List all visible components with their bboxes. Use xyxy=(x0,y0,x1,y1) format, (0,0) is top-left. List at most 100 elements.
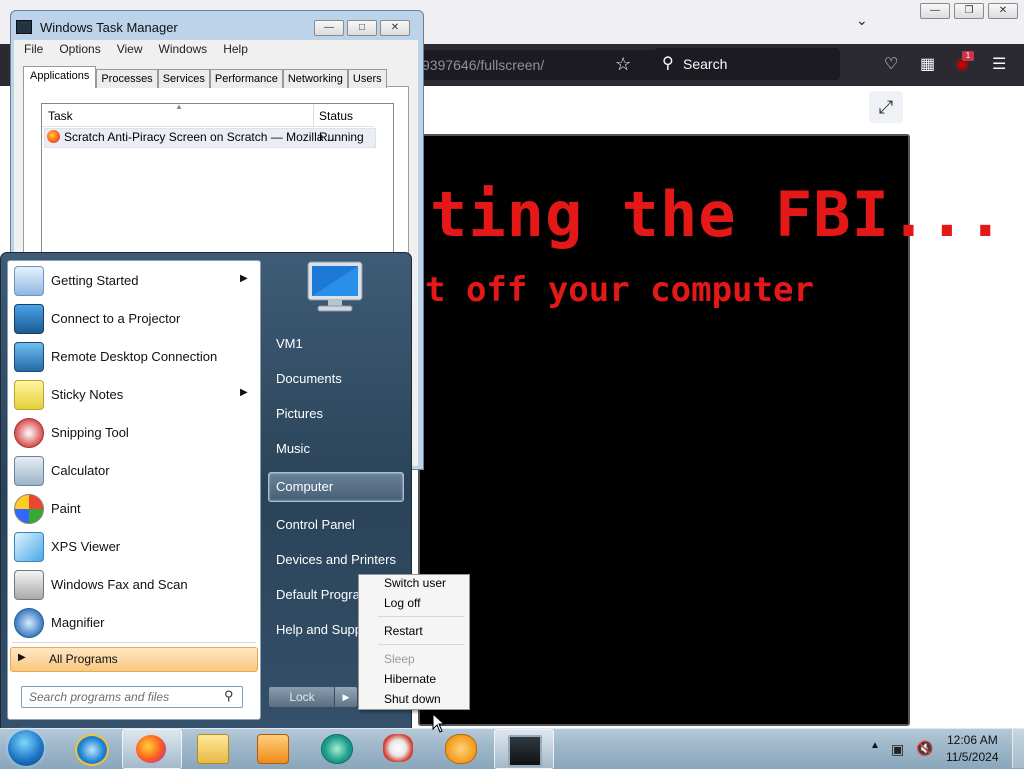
program-magnifier[interactable]: Magnifier xyxy=(10,604,258,640)
tab-performance[interactable]: Performance xyxy=(209,69,283,88)
task-manager-icon xyxy=(508,735,542,767)
program-label: Remote Desktop Connection xyxy=(51,349,218,364)
menu-item-restart[interactable]: Restart xyxy=(384,624,423,638)
program-label: Calculator xyxy=(51,463,110,478)
stage-text-line-2: t off your computer xyxy=(425,270,814,310)
program-label: Connect to a Projector xyxy=(51,311,181,326)
scratch-icon xyxy=(383,734,413,762)
close-button[interactable]: ✕ xyxy=(380,20,410,36)
program-snipping-tool[interactable]: Snipping Tool xyxy=(10,414,258,450)
taskbar-firefox[interactable] xyxy=(122,729,182,769)
tab-applications[interactable]: Applications xyxy=(23,66,97,88)
start-item-vm1[interactable]: VM1 xyxy=(276,336,303,351)
start-item-music[interactable]: Music xyxy=(276,441,310,456)
menu-windows[interactable]: Windows xyxy=(149,40,214,60)
restore-button[interactable]: ❐ xyxy=(954,3,984,19)
program-sticky-notes[interactable]: Sticky Notes ▶ xyxy=(10,376,258,412)
menu-file[interactable]: File xyxy=(14,40,49,60)
show-desktop-button[interactable] xyxy=(1012,729,1024,768)
user-avatar-computer-icon[interactable] xyxy=(300,258,368,314)
all-programs-label: All Programs xyxy=(49,652,118,666)
task-name: Scratch Anti-Piracy Screen on Scratch — … xyxy=(64,130,337,144)
clock-date[interactable]: 11/5/2024 xyxy=(946,750,999,764)
minimize-button[interactable]: — xyxy=(314,20,344,36)
task-status: Running xyxy=(319,130,364,144)
taskbar-scratch-cat[interactable] xyxy=(432,729,490,767)
menu-options[interactable]: Options xyxy=(49,40,106,60)
magnifier-icon xyxy=(14,608,44,638)
tab-networking[interactable]: Networking xyxy=(282,69,348,88)
start-item-documents[interactable]: Documents xyxy=(276,371,342,386)
tab-processes[interactable]: Processes xyxy=(96,69,158,88)
menu-item-shut-down[interactable]: Shut down xyxy=(384,692,441,706)
menu-item-log-off[interactable]: Log off xyxy=(384,596,420,610)
start-orb-icon[interactable] xyxy=(8,730,44,766)
program-calculator[interactable]: Calculator xyxy=(10,452,258,488)
program-paint[interactable]: Paint xyxy=(10,490,258,526)
submenu-arrow-icon: ▶ xyxy=(240,387,248,398)
all-programs-button[interactable] xyxy=(10,647,258,672)
taskbar-media-player[interactable] xyxy=(244,729,302,767)
file-explorer-icon xyxy=(197,734,229,764)
program-label: Getting Started xyxy=(51,273,139,288)
start-item-pictures[interactable]: Pictures xyxy=(276,406,323,421)
tab-services[interactable]: Services xyxy=(157,69,210,88)
program-xps-viewer[interactable]: XPS Viewer xyxy=(10,528,258,564)
program-label: Snipping Tool xyxy=(51,425,129,440)
program-remote-desktop[interactable]: Remote Desktop Connection xyxy=(10,338,258,374)
list-all-tabs-icon[interactable]: ⌄ xyxy=(856,12,868,29)
program-label: Windows Fax and Scan xyxy=(51,577,188,592)
start-item-computer[interactable]: Computer xyxy=(276,479,333,494)
taskbar-internet-explorer[interactable] xyxy=(62,729,120,767)
calculator-icon xyxy=(14,456,44,486)
search-input[interactable]: ⚲ Search xyxy=(654,48,840,80)
star-icon[interactable]: ☆ xyxy=(615,54,631,75)
xps-viewer-icon xyxy=(14,532,44,562)
firefox-icon xyxy=(136,735,166,763)
minimize-button[interactable]: — xyxy=(920,3,950,19)
menu-item-switch-user[interactable]: Switch user xyxy=(384,576,446,590)
column-header-task[interactable]: Task xyxy=(48,109,73,123)
program-label: Paint xyxy=(51,501,81,516)
maximize-button[interactable]: □ xyxy=(347,20,377,36)
divider xyxy=(12,642,256,643)
program-connect-to-projector[interactable]: Connect to a Projector xyxy=(10,300,258,336)
hamburger-menu-icon[interactable]: ☰ xyxy=(992,54,1006,74)
program-getting-started[interactable]: Getting Started ▶ xyxy=(10,262,258,298)
task-manager-window-controls: — □ ✕ xyxy=(314,20,410,36)
tab-users[interactable]: Users xyxy=(347,69,387,88)
taskbar-app[interactable] xyxy=(308,729,366,767)
taskbar-task-manager[interactable] xyxy=(494,729,554,769)
menu-view[interactable]: View xyxy=(107,40,149,60)
search-icon[interactable]: ⚲ xyxy=(224,688,234,704)
getting-started-icon xyxy=(14,266,44,296)
start-item-devices-and-printers[interactable]: Devices and Printers xyxy=(276,552,396,567)
taskbar-file-explorer[interactable] xyxy=(184,729,242,767)
sticky-notes-icon xyxy=(14,380,44,410)
taskbar-scratch[interactable] xyxy=(370,729,428,767)
task-manager-icon xyxy=(16,20,32,34)
close-button[interactable]: ✕ xyxy=(988,3,1018,19)
network-icon[interactable]: ▣ xyxy=(891,741,904,758)
volume-muted-icon[interactable]: 🔇 xyxy=(916,740,933,757)
column-header-status[interactable]: Status xyxy=(319,109,353,123)
lock-button[interactable]: Lock xyxy=(268,686,336,708)
pocket-icon[interactable]: ♡ xyxy=(884,54,898,74)
exit-fullscreen-icon[interactable]: ⤢ xyxy=(869,91,903,123)
firefox-window-controls: — ❐ ✕ xyxy=(920,3,1018,19)
projector-icon xyxy=(14,304,44,334)
power-options-arrow-icon[interactable]: ▶ xyxy=(334,686,358,708)
menu-item-hibernate[interactable]: Hibernate xyxy=(384,672,436,686)
start-item-control-panel[interactable]: Control Panel xyxy=(276,517,355,532)
snipping-tool-icon xyxy=(14,418,44,448)
show-hidden-icons-arrow-icon[interactable]: ▲ xyxy=(870,740,880,751)
column-divider[interactable] xyxy=(313,104,314,126)
stage-text-line-1: ting the FBI... xyxy=(430,178,1005,251)
fax-scan-icon xyxy=(14,570,44,600)
scratch-cat-icon xyxy=(445,734,477,764)
clock-time[interactable]: 12:06 AM xyxy=(947,733,998,747)
menu-help[interactable]: Help xyxy=(213,40,254,60)
extensions-icon[interactable]: ▦ xyxy=(920,54,935,74)
program-windows-fax-and-scan[interactable]: Windows Fax and Scan xyxy=(10,566,258,602)
ublock-badge: 1 xyxy=(962,51,974,61)
